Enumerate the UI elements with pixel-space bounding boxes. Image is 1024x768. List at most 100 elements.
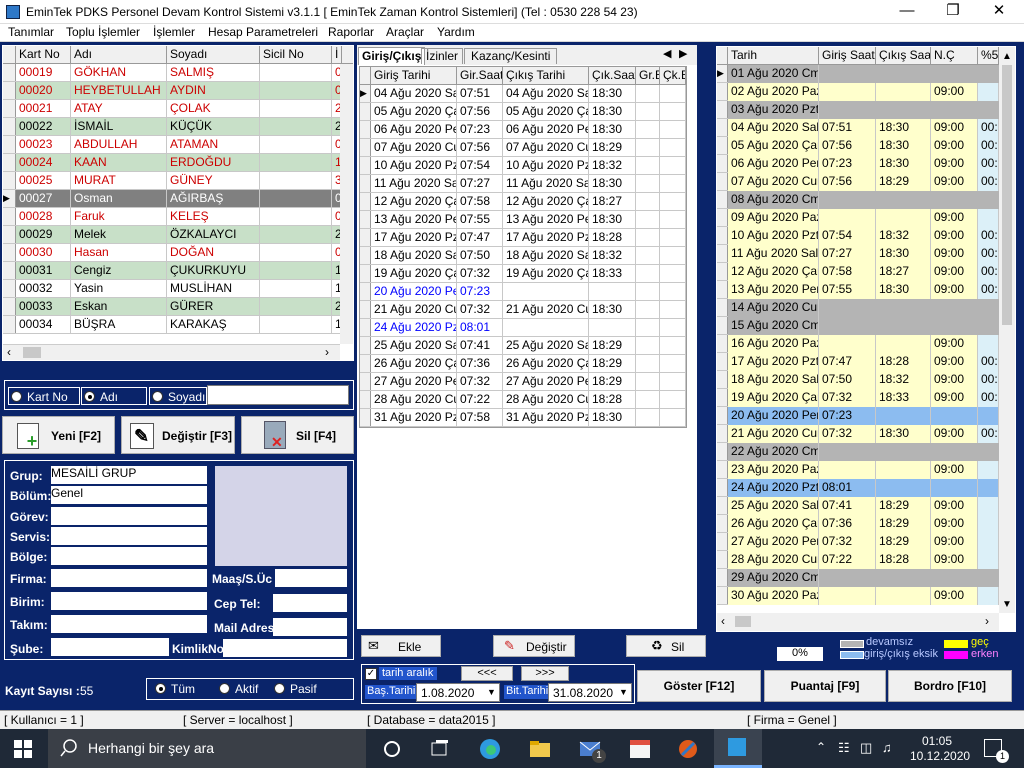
calendar-row[interactable]: 30 Ağu 2020 Paz 09:00 (717, 587, 999, 605)
calendar-row[interactable]: 17 Ağu 2020 Pzt07:4718:2809:0000:3 (717, 353, 999, 371)
personnel-row[interactable]: 00025 MURAT GÜNEY 3 (3, 172, 342, 190)
col-extra[interactable]: İ (332, 46, 342, 64)
field-gorev[interactable] (51, 507, 207, 525)
attendance-row[interactable]: 19 Ağu 2020 Çar 07:32 19 Ağu 2020 Çar 18:33 (360, 265, 686, 283)
calendar-row[interactable]: 06 Ağu 2020 Per07:2318:3009:0000:3 (717, 155, 999, 173)
menu-hesap-parametreleri[interactable]: Hesap Parametreleri (208, 25, 318, 39)
display-icon[interactable]: ◫ (860, 740, 872, 756)
calendar-row[interactable]: 10 Ağu 2020 Pzt07:5418:3209:0000:3 (717, 227, 999, 245)
edit-record-button[interactable]: ✎ Değiştir (493, 635, 575, 657)
start-date-picker[interactable]: 1.08.2020 ▼ (416, 683, 500, 702)
add-record-button[interactable]: ✉ Ekle (361, 635, 441, 657)
col-gir-saati[interactable]: Gir.Saati (457, 67, 503, 85)
col-kart-no[interactable]: Kart No (16, 46, 71, 64)
attendance-row[interactable]: 24 Ağu 2020 Pzt 08:01 (360, 319, 686, 337)
next-period-button[interactable]: >>> (521, 666, 569, 681)
radio-tum[interactable] (155, 683, 166, 694)
calendar-row[interactable]: 14 Ağu 2020 Cum (717, 299, 999, 317)
field-cep-tel[interactable] (273, 594, 347, 612)
clock-date[interactable]: 10.12.2020 (910, 749, 970, 763)
field-bolge[interactable] (51, 547, 207, 565)
new-button[interactable]: + Yeni [F2] (2, 416, 115, 454)
calendar-row[interactable]: 07 Ağu 2020 Cum07:5618:2909:0000:3 (717, 173, 999, 191)
volume-icon[interactable]: ♫ (882, 740, 892, 755)
network-icon[interactable]: ☷ (838, 740, 850, 756)
attendance-row[interactable]: 11 Ağu 2020 Sal 07:27 11 Ağu 2020 Sal 18:30 (360, 175, 686, 193)
calendar-scroll-thumb[interactable] (1002, 65, 1012, 325)
calendar-app-icon[interactable] (628, 737, 652, 761)
attendance-row[interactable]: 31 Ağu 2020 Pzt 07:58 31 Ağu 2020 Pzt 18:30 (360, 409, 686, 427)
tab-kazanc-kesinti[interactable]: Kazanç/Kesinti (464, 48, 558, 64)
edit-button[interactable]: ✎ Değiştir [F3] (121, 416, 235, 454)
calendar-row[interactable]: 05 Ağu 2020 Çar07:5618:3009:0000:3 (717, 137, 999, 155)
col-soyadi[interactable]: Soyadı (167, 46, 260, 64)
file-explorer-icon[interactable] (528, 737, 552, 761)
maximize-button[interactable]: ❐ (930, 0, 976, 24)
attendance-row[interactable]: 12 Ağu 2020 Çar 07:58 12 Ağu 2020 Çar 18:27 (360, 193, 686, 211)
windows-start-icon[interactable] (14, 740, 32, 758)
col-cikis-tarihi[interactable]: Çıkış Tarihi (503, 67, 589, 85)
col-cikis-saati[interactable]: Çıkış Saati (876, 47, 931, 65)
attendance-row[interactable]: 06 Ağu 2020 Per 07:23 06 Ağu 2020 Per 18:30 (360, 121, 686, 139)
calendar-row[interactable]: 24 Ağu 2020 Pzt 08:01 (717, 479, 999, 497)
personnel-vscroll[interactable] (340, 64, 353, 344)
calendar-row[interactable]: 26 Ağu 2020 Çar 07:36 18:29 09:00 (717, 515, 999, 533)
field-servis[interactable] (51, 527, 207, 545)
calendar-row[interactable]: 04 Ağu 2020 Sal07:5118:3009:0000:3 (717, 119, 999, 137)
scroll-left-icon[interactable]: ‹ (7, 345, 11, 359)
col-adi[interactable]: Adı (71, 46, 167, 64)
clock-time[interactable]: 01:05 (922, 734, 952, 748)
attendance-row[interactable]: 26 Ağu 2020 Çar 07:36 26 Ağu 2020 Çar 18:29 (360, 355, 686, 373)
field-mail[interactable] (273, 618, 347, 636)
menu-tanimlar[interactable]: Tanımlar (8, 25, 54, 39)
personnel-row[interactable]: 00019 GÖKHAN SALMIŞ 0 (3, 64, 342, 82)
date-range-checkbox[interactable]: ✓ (365, 668, 377, 680)
calendar-row[interactable]: 27 Ağu 2020 Per 07:32 18:29 09:00 (717, 533, 999, 551)
col-giris-saati[interactable]: Giriş Saati (819, 47, 876, 65)
attendance-row[interactable]: 21 Ağu 2020 Cum07:3221 Ağu 2020 Cum18:30 (360, 301, 686, 319)
field-maas[interactable] (275, 569, 347, 587)
timesheet-button[interactable]: Puantaj [F9] (764, 670, 886, 702)
menu-yardim[interactable]: Yardım (437, 25, 475, 39)
scroll-thumb[interactable] (23, 347, 41, 358)
attendance-row[interactable]: 17 Ağu 2020 Pzt 07:47 17 Ağu 2020 Pzt 18:28 (360, 229, 686, 247)
attendance-row[interactable]: 20 Ağu 2020 Per 07:23 (360, 283, 686, 301)
attendance-row[interactable]: 27 Ağu 2020 Per 07:32 27 Ağu 2020 Per 18:29 (360, 373, 686, 391)
radio-pasif[interactable] (274, 683, 285, 694)
personnel-row[interactable]: 00029 Melek ÖZKALAYCI 2 (3, 226, 342, 244)
employee-photo[interactable] (215, 466, 347, 566)
tab-izinler[interactable]: İzinler (421, 48, 464, 64)
mail-icon[interactable]: 1 (578, 737, 606, 763)
calendar-row[interactable]: 13 Ağu 2020 Per07:5518:3009:0000:3 (717, 281, 999, 299)
close-button[interactable]: ✕ (976, 0, 1022, 24)
calendar-row[interactable]: 16 Ağu 2020 Paz 09:00 (717, 335, 999, 353)
minimize-button[interactable]: — (884, 0, 930, 24)
calendar-vscroll[interactable]: ▲ ▼ (999, 47, 1015, 613)
col-nc[interactable]: N.Ç (931, 47, 978, 65)
taskbar-search[interactable]: Herhangi bir şey ara (48, 729, 366, 768)
menu-raporlar[interactable]: Raporlar (328, 25, 374, 39)
field-takim[interactable] (51, 615, 207, 633)
cortana-icon[interactable] (380, 737, 404, 761)
personnel-row[interactable]: 00023 ABDULLAH ATAMAN 0 (3, 136, 342, 154)
show-button[interactable]: Göster [F12] (637, 670, 761, 702)
tab-giris-cikis[interactable]: Giriş/Çıkış (358, 47, 426, 65)
personnel-row[interactable]: 00022 İSMAİL KÜÇÜK 2 (3, 118, 342, 136)
personnel-row[interactable]: 00031 Cengiz ÇUKURKUYU 1 (3, 262, 342, 280)
attendance-row[interactable]: 13 Ağu 2020 Per 07:55 13 Ağu 2020 Per 18:30 (360, 211, 686, 229)
calendar-row[interactable]: 08 Ağu 2020 Cmt (717, 191, 999, 209)
calendar-hscroll[interactable]: ‹ › (717, 613, 999, 631)
calendar-row[interactable]: 29 Ağu 2020 Cmt (717, 569, 999, 587)
calendar-row[interactable]: 03 Ağu 2020 Pzt (717, 101, 999, 119)
field-bolum[interactable]: Genel (51, 486, 207, 504)
delete-button[interactable]: ✕ Sil [F4] (241, 416, 354, 454)
calendar-row[interactable]: 12 Ağu 2020 Çar07:5818:2709:0000:3 (717, 263, 999, 281)
field-firma[interactable] (51, 569, 207, 587)
col-ck-e[interactable]: Çk.E (660, 67, 686, 85)
calendar-row[interactable]: 18 Ağu 2020 Sal07:5018:3209:0000:3 (717, 371, 999, 389)
attendance-row[interactable]: 25 Ağu 2020 Sal 07:41 25 Ağu 2020 Sal 18:29 (360, 337, 686, 355)
attendance-row[interactable]: ▶ 04 Ağu 2020 Sal 07:51 04 Ağu 2020 Sal 18:3… (360, 85, 686, 103)
personnel-row[interactable]: 00032 Yasin MUSLİHAN 1 (3, 280, 342, 298)
calendar-row[interactable]: 15 Ağu 2020 Cmt (717, 317, 999, 335)
col-sicil-no[interactable]: Sicil No (260, 46, 332, 64)
